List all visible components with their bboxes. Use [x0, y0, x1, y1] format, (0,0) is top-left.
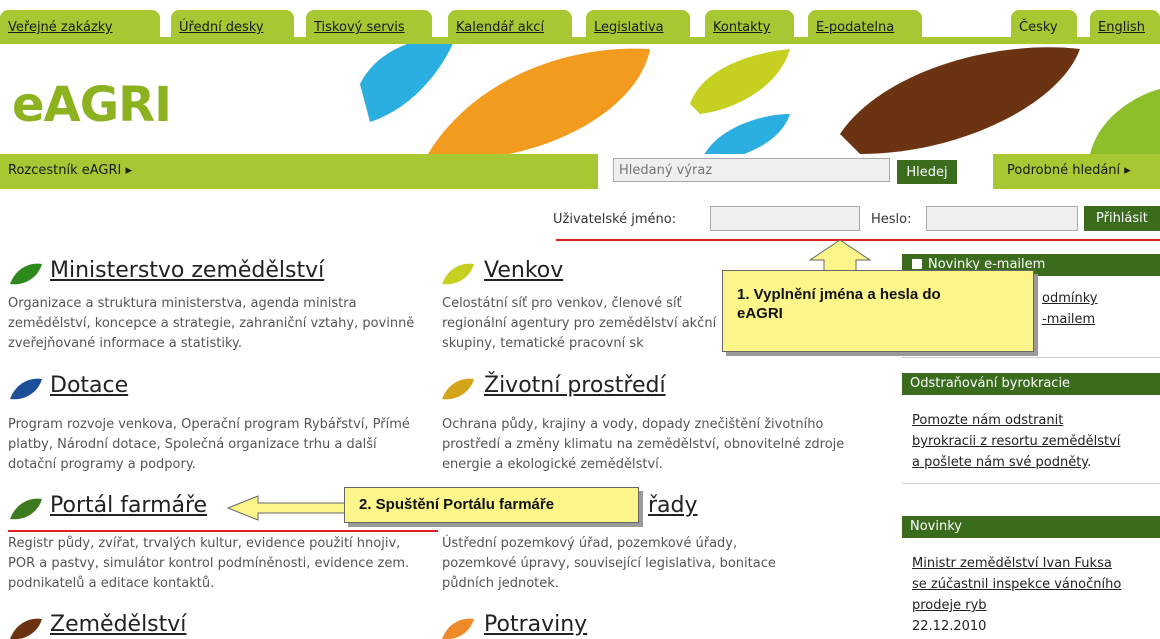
callout-one-line2: eAGRI: [737, 305, 783, 322]
sidebar-byrokracie-head: Odstraňování byrokracie: [902, 373, 1160, 395]
novinky-link-line1[interactable]: Ministr zemědělství Ivan Fuksa: [912, 556, 1112, 571]
byro-tail: .: [1087, 455, 1092, 470]
novinky-link-line2[interactable]: se zúčastnil inspekce vánočního: [912, 577, 1121, 592]
login-button[interactable]: Přihlásit: [1084, 206, 1160, 231]
tab-e-podatelna[interactable]: E-podatelna: [808, 10, 922, 44]
rozcestnik-link[interactable]: Rozcestník eAGRI ▸: [8, 163, 132, 178]
section-title-dotace[interactable]: Dotace: [50, 373, 128, 398]
tab-lang-cesky[interactable]: Česky: [1011, 10, 1077, 44]
leaf-orange-icon: [442, 618, 474, 639]
top-navigation: Veřejné zakázky Úřední desky Tiskový ser…: [0, 0, 1160, 45]
section-desc-ministerstvo: Organizace a struktura ministerstva, age…: [8, 296, 415, 351]
section-desc-portal-farmare: Registr půdy, zvířat, trvalých kultur, e…: [8, 536, 410, 591]
callout-two-arrow: [226, 495, 355, 521]
callout-step-one: 1. Vyplnění jména a hesla do eAGRI: [722, 270, 1034, 352]
section-title-portal-farmare[interactable]: Portál farmáře: [50, 493, 207, 518]
section-desc-pozemkove-urady: Ústřední pozemkový úřad, pozemkové úřady…: [442, 536, 776, 591]
byro-link-line2[interactable]: byrokracii z resortu zemědělství: [912, 434, 1120, 449]
section-title-potraviny[interactable]: Potraviny: [484, 612, 587, 637]
eagri-logo[interactable]: eAGRI: [12, 77, 172, 133]
leaf-brown-icon: [10, 618, 42, 639]
byro-link-line3[interactable]: a pošlete nám své podněty: [912, 455, 1087, 470]
section-title-zivotni-prostredi[interactable]: Životní prostředí: [484, 373, 666, 398]
news-email-link-podminky[interactable]: odmínky: [1042, 291, 1097, 306]
tab-uredni-desky[interactable]: Úřední desky: [171, 10, 294, 44]
leaf-lime-icon: [442, 263, 474, 285]
byro-link-line1[interactable]: Pomozte nám odstranit: [912, 413, 1063, 428]
sidebar-byrokracie-body: Pomozte nám odstranit byrokracii z resor…: [902, 410, 1160, 473]
callout-step-two: 2. Spuštění Portálu farmáře: [344, 487, 639, 523]
username-label: Uživatelské jméno:: [553, 212, 677, 227]
password-input[interactable]: [926, 206, 1078, 231]
leaf-green-icon: [10, 263, 42, 285]
leaf-yellow-icon: [442, 378, 474, 400]
novinky-link-line3[interactable]: prodeje ryb: [912, 598, 987, 613]
search-input[interactable]: [613, 158, 890, 182]
section-title-venkov[interactable]: Venkov: [484, 258, 563, 283]
section-title-pozemkove-urady[interactable]: řady: [648, 493, 698, 518]
callout-one-line1: 1. Vyplnění jména a hesla do: [737, 286, 941, 303]
novinky-date: 22.12.2010: [912, 619, 987, 634]
tab-tiskovy-servis[interactable]: Tiskový servis: [306, 10, 432, 44]
section-desc-dotace: Program rozvoje venkova, Operační progra…: [8, 417, 410, 472]
sidebar-separator: [902, 483, 1160, 484]
triangle-right-icon: ▸: [1124, 163, 1131, 178]
annotation-underline-portal: [8, 530, 438, 532]
decorative-leaves: [360, 44, 1160, 154]
section-desc-venkov: Celostátní síť pro venkov, členové síť r…: [442, 296, 717, 351]
tab-lang-english[interactable]: English: [1090, 10, 1160, 44]
leaf-darkgreen-icon: [10, 498, 42, 520]
password-label: Heslo:: [871, 212, 912, 227]
tab-verejne-zakazky[interactable]: Veřejné zakázky: [0, 10, 160, 44]
search-button[interactable]: Hledej: [897, 160, 957, 184]
sidebar-novinky-head: Novinky: [902, 516, 1160, 538]
section-title-zemedelstvi[interactable]: Zemědělství: [50, 612, 186, 637]
rozcestnik-label: Rozcestník eAGRI: [8, 163, 122, 178]
section-desc-zivotni-prostredi: Ochrana půdy, krajiny a vody, dopady zne…: [442, 417, 845, 472]
sidebar-separator: [902, 357, 1160, 358]
tab-legislativa[interactable]: Legislativa: [586, 10, 690, 44]
leaf-blue-icon: [10, 378, 42, 400]
site-header: eAGRI: [0, 44, 1160, 154]
detailed-search-link[interactable]: Podrobné hledání ▸: [997, 154, 1160, 189]
section-title-ministerstvo[interactable]: Ministerstvo zemědělství: [50, 258, 324, 283]
news-email-link-emailem[interactable]: -mailem: [1042, 312, 1095, 327]
username-input[interactable]: [710, 206, 860, 231]
tab-kalendar-akci[interactable]: Kalendář akcí: [448, 10, 572, 44]
detailed-search-label: Podrobné hledání: [1007, 163, 1121, 178]
sidebar-novinky-body: Ministr zemědělství Ivan Fuksa se zúčast…: [902, 553, 1160, 637]
tab-kontakty[interactable]: Kontakty: [705, 10, 794, 44]
triangle-right-icon: ▸: [125, 163, 133, 178]
